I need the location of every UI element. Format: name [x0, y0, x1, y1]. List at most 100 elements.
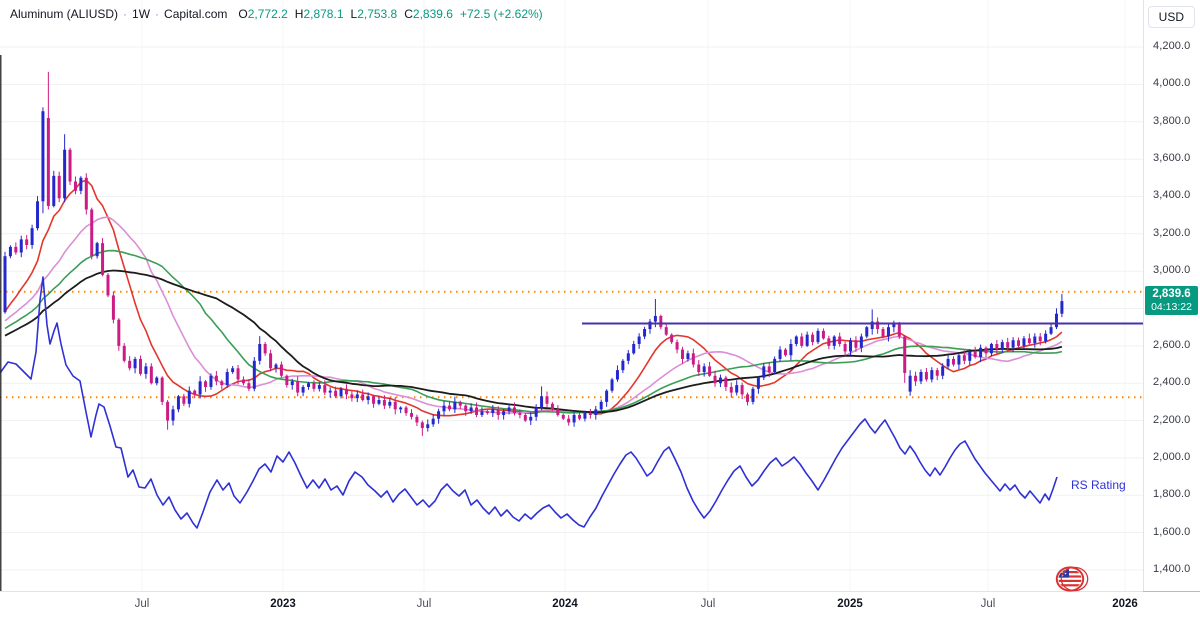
- interval-label[interactable]: 1W: [132, 7, 150, 21]
- price-axis[interactable]: 2,839.6 04:13:22 4,200.0 4,000.0 3,800.0 3,…: [1143, 0, 1200, 591]
- candle-down: [512, 407, 516, 414]
- high-value: H2,878.1: [294, 7, 344, 21]
- candle-up: [718, 377, 722, 384]
- price-chart-canvas[interactable]: [0, 0, 1200, 617]
- candle-down: [14, 246, 18, 253]
- currency-toggle-button[interactable]: USD: [1147, 6, 1195, 28]
- candle-down: [269, 353, 273, 369]
- candle-down: [475, 407, 479, 415]
- candle-down: [285, 375, 289, 386]
- candle-down: [404, 407, 408, 414]
- exchange-label[interactable]: Capital.com: [164, 7, 227, 21]
- candle-down: [691, 353, 695, 365]
- candle-down: [800, 336, 804, 346]
- candle-down: [821, 330, 825, 339]
- candle-up: [187, 390, 191, 404]
- chart-root: Aluminum (ALIUSD) · 1W · Capital.com O2,…: [0, 0, 1200, 617]
- candle-down: [236, 368, 240, 380]
- time-axis-month-label: Jul: [134, 598, 150, 610]
- candle-down: [746, 394, 750, 402]
- time-axis[interactable]: Jul 2023 Jul 2024 Jul 2025 Jul 2026: [0, 591, 1143, 617]
- last-price: 2,839.6: [1152, 288, 1191, 301]
- candle-up: [637, 336, 641, 344]
- candle-up: [366, 396, 370, 401]
- candle-up: [290, 381, 294, 386]
- candle-up: [859, 336, 863, 348]
- candle-down: [247, 383, 251, 389]
- candle-down: [838, 336, 842, 344]
- candle-up: [1000, 342, 1004, 350]
- candle-up: [1011, 340, 1015, 348]
- candle-down: [122, 345, 126, 361]
- rs-rating-label: RS Rating: [1071, 478, 1126, 492]
- ohlc-values: O2,772.2 H2,878.1 L2,753.8 C2,839.6: [238, 7, 453, 21]
- candle-down: [984, 347, 988, 354]
- candle-down: [659, 315, 663, 328]
- last-price-badge[interactable]: 2,839.6 04:13:22: [1145, 286, 1198, 316]
- candle-down: [447, 405, 451, 410]
- candle-up: [594, 409, 598, 415]
- marketsurge-flag-logo: [1053, 563, 1091, 600]
- candle-up: [632, 343, 636, 354]
- open-value: O2,772.2: [238, 7, 288, 21]
- candle-down: [588, 413, 592, 415]
- candle-up: [307, 383, 311, 387]
- candle-down: [1038, 336, 1042, 342]
- candle-down: [111, 295, 115, 320]
- time-axis-month-label: Jul: [700, 598, 716, 610]
- symbol-title[interactable]: Aluminum (ALIUSD): [10, 7, 118, 21]
- candle-down: [675, 342, 679, 350]
- candle-down: [106, 274, 110, 296]
- candle-up: [426, 424, 430, 429]
- candle-up: [1060, 301, 1064, 314]
- candle-down: [312, 383, 316, 389]
- candle-up: [849, 340, 853, 352]
- candle-down: [420, 422, 424, 429]
- price-axis-label: 1,400.0: [1153, 563, 1191, 575]
- candle-up: [36, 201, 40, 229]
- candle-down: [664, 327, 668, 335]
- candle-up: [1054, 313, 1058, 328]
- candle-up: [95, 243, 99, 257]
- candle-up: [572, 414, 576, 423]
- candle-down: [811, 334, 815, 343]
- candle-down: [897, 323, 901, 337]
- candle-down: [713, 375, 717, 384]
- candle-up: [198, 381, 202, 395]
- plot-area[interactable]: [0, 0, 1143, 591]
- candle-up: [1033, 336, 1037, 344]
- candle-up: [626, 353, 630, 361]
- candle-up: [762, 366, 766, 378]
- symbol-legend: Aluminum (ALIUSD) · 1W · Capital.com O2,…: [10, 7, 543, 21]
- time-axis-year-label: 2025: [837, 598, 863, 610]
- candle-up: [653, 315, 657, 322]
- candle-down: [193, 390, 197, 395]
- candle-up: [328, 390, 332, 393]
- candle-up: [3, 256, 7, 313]
- rs-rating-line: [0, 276, 1058, 529]
- axis-corner: [1143, 591, 1200, 617]
- candle-up: [886, 327, 890, 337]
- candle-up: [469, 407, 473, 412]
- candle-up: [491, 409, 495, 414]
- candle-up: [773, 358, 777, 373]
- candle-down: [241, 379, 245, 384]
- candle-up: [144, 366, 148, 374]
- candle-down: [561, 414, 565, 419]
- candle-down: [903, 336, 907, 373]
- price-axis-label: 1,600.0: [1153, 525, 1191, 538]
- candle-down: [578, 414, 582, 419]
- candle-up: [957, 355, 961, 365]
- price-axis-label: 3,200.0: [1153, 226, 1191, 239]
- price-axis-label: 3,000.0: [1153, 264, 1191, 277]
- candle-down: [697, 364, 701, 373]
- candle-up: [437, 411, 441, 419]
- candle-down: [681, 349, 684, 359]
- candle-up: [79, 177, 83, 191]
- time-axis-year-label: 2023: [270, 598, 296, 610]
- candle-down: [296, 381, 300, 393]
- candle-down: [182, 396, 186, 404]
- candle-down: [550, 403, 554, 410]
- candle-down: [263, 343, 267, 354]
- candle-up: [176, 396, 180, 410]
